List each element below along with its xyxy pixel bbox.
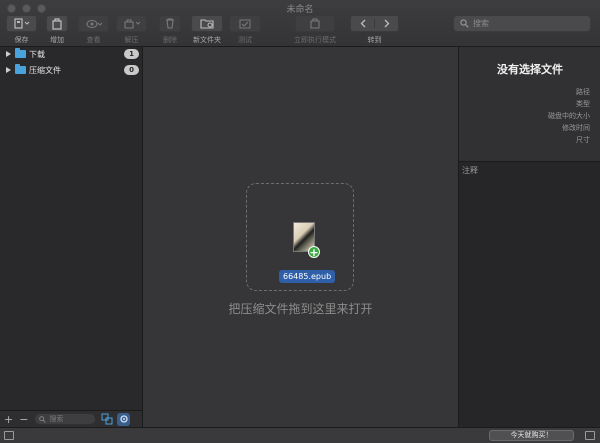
remove-location-button[interactable]: − [19,413,28,426]
filter-icon [101,413,113,425]
info-field-size-on-disk: 磁盘中的大小 [548,112,590,120]
count-badge: 1 [124,49,139,59]
add-badge-icon: + [308,246,320,259]
sidebar-footer: + − [0,410,143,427]
gear-icon [120,415,128,423]
forward-button[interactable] [375,19,398,28]
options-button[interactable] [117,412,131,426]
add-button[interactable]: 增加 [46,15,68,45]
status-bar: 今天就购买！ [0,427,600,443]
save-label: 保存 [14,36,29,44]
sidebar: 下载 1 压缩文件 0 [0,47,143,410]
add-location-button[interactable]: + [4,413,13,426]
archive-save-icon [13,18,29,29]
extract-label: 解压 [124,36,139,44]
test-label: 测试 [238,36,252,44]
dragged-file-name: 66485.epub [279,270,336,283]
buy-now-button[interactable]: 今天就购买！ [489,430,574,441]
filter-button[interactable] [100,413,113,426]
chevron-left-icon [360,19,365,28]
drop-hint-text: 把压缩文件拖到这里来打开 [228,302,373,316]
toolbar: 未命名 保存 增加 查看 解压 删除 新文件夹 测试 立即执行模式 转到 搜索 [0,0,600,47]
delete-label: 删除 [163,36,177,44]
trash-icon [166,18,174,29]
checkmark-icon [239,19,251,28]
sidebar-item-downloads[interactable]: 下载 1 [0,47,143,61]
sidebar-item-archives[interactable]: 压缩文件 0 [0,63,143,77]
count-badge: 0 [124,65,139,75]
new-folder-icon [200,19,214,29]
search-icon [460,19,469,28]
sidebar-search-field[interactable] [34,413,97,425]
search-icon [39,415,47,423]
view-label: 查看 [86,36,101,44]
new-folder-label: 新文件夹 [193,36,221,44]
disclosure-triangle-icon[interactable] [6,67,11,73]
search-input[interactable] [473,19,583,28]
sidebar-search-input[interactable] [49,415,94,423]
disclosure-triangle-icon[interactable] [6,51,11,57]
new-folder-button[interactable]: 新文件夹 [191,15,223,45]
save-button[interactable]: 保存 [6,15,37,45]
info-title: 没有选择文件 [497,63,563,76]
sidebar-item-label: 压缩文件 [29,65,61,75]
eye-icon [85,19,102,28]
delete-button[interactable]: 删除 [159,15,181,45]
notes-panel[interactable]: 注释 [458,162,600,427]
info-field-modified: 修改时间 [562,124,590,132]
goto-label: 转到 [367,36,382,44]
search-field[interactable] [453,15,591,32]
view-button[interactable]: 查看 [78,15,109,45]
add-label: 增加 [50,36,64,44]
toggle-info-panel-button[interactable] [585,431,595,440]
extract-button[interactable]: 解压 [116,15,147,45]
folder-icon [15,48,26,58]
test-button[interactable]: 测试 [229,15,261,45]
run-now-label: 立即执行模式 [294,36,336,44]
extract-icon [123,19,140,29]
back-button[interactable] [351,19,375,28]
info-field-path: 路径 [576,88,590,96]
add-file-icon [52,17,62,30]
notes-label: 注释 [462,166,478,175]
sidebar-item-label: 下载 [29,49,45,59]
chevron-right-icon [384,19,389,28]
run-now-button[interactable]: 立即执行模式 [294,15,336,45]
window-title: 未命名 [286,5,314,15]
toggle-sidebar-button[interactable] [4,431,14,440]
goto-control: 转到 [350,15,399,45]
run-icon [310,18,320,29]
info-field-type: 类型 [576,100,590,108]
archive-content-area[interactable]: + 66485.epub 把压缩文件拖到这里来打开 [143,47,458,427]
folder-icon [15,64,26,74]
info-field-dimensions: 尺寸 [576,136,590,144]
file-info-panel: 没有选择文件 路径 类型 磁盘中的大小 修改时间 尺寸 [458,47,600,162]
